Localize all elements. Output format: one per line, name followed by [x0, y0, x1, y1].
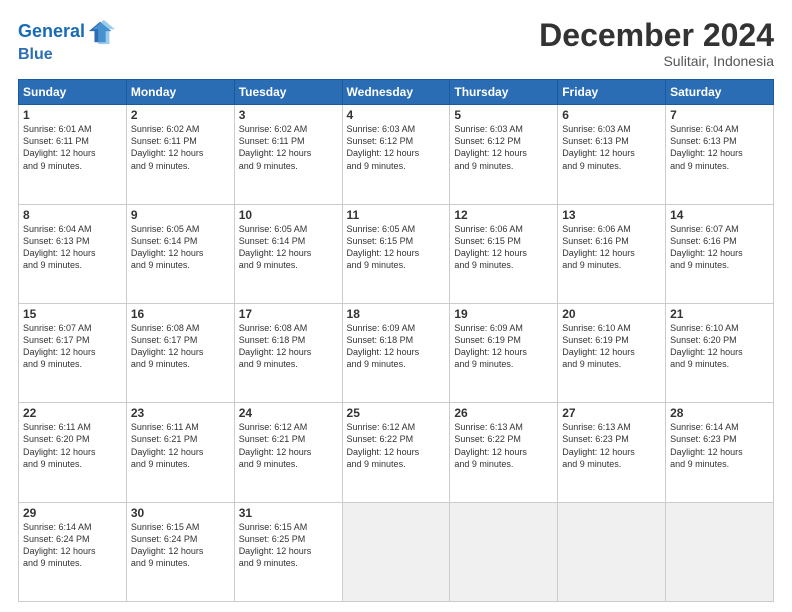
- table-row: 10 Sunrise: 6:05 AMSunset: 6:14 PMDaylig…: [234, 204, 342, 303]
- table-row: 6 Sunrise: 6:03 AMSunset: 6:13 PMDayligh…: [558, 105, 666, 204]
- table-row: 12 Sunrise: 6:06 AMSunset: 6:15 PMDaylig…: [450, 204, 558, 303]
- week-row-1: 1 Sunrise: 6:01 AMSunset: 6:11 PMDayligh…: [19, 105, 774, 204]
- week-row-5: 29 Sunrise: 6:14 AMSunset: 6:24 PMDaylig…: [19, 502, 774, 601]
- col-thursday: Thursday: [450, 80, 558, 105]
- logo-text: General: [18, 22, 85, 42]
- table-row: 27 Sunrise: 6:13 AMSunset: 6:23 PMDaylig…: [558, 403, 666, 502]
- table-row: 2 Sunrise: 6:02 AMSunset: 6:11 PMDayligh…: [126, 105, 234, 204]
- table-row: 21 Sunrise: 6:10 AMSunset: 6:20 PMDaylig…: [666, 303, 774, 402]
- table-row: 7 Sunrise: 6:04 AMSunset: 6:13 PMDayligh…: [666, 105, 774, 204]
- logo-icon: [87, 18, 115, 46]
- table-row: 26 Sunrise: 6:13 AMSunset: 6:22 PMDaylig…: [450, 403, 558, 502]
- table-row: 14 Sunrise: 6:07 AMSunset: 6:16 PMDaylig…: [666, 204, 774, 303]
- table-row: 17 Sunrise: 6:08 AMSunset: 6:18 PMDaylig…: [234, 303, 342, 402]
- table-row: 9 Sunrise: 6:05 AMSunset: 6:14 PMDayligh…: [126, 204, 234, 303]
- table-row: 1 Sunrise: 6:01 AMSunset: 6:11 PMDayligh…: [19, 105, 127, 204]
- table-row: 4 Sunrise: 6:03 AMSunset: 6:12 PMDayligh…: [342, 105, 450, 204]
- col-sunday: Sunday: [19, 80, 127, 105]
- table-row: 25 Sunrise: 6:12 AMSunset: 6:22 PMDaylig…: [342, 403, 450, 502]
- calendar-table: Sunday Monday Tuesday Wednesday Thursday…: [18, 79, 774, 602]
- table-row: 15 Sunrise: 6:07 AMSunset: 6:17 PMDaylig…: [19, 303, 127, 402]
- col-tuesday: Tuesday: [234, 80, 342, 105]
- table-row: 22 Sunrise: 6:11 AMSunset: 6:20 PMDaylig…: [19, 403, 127, 502]
- day-header-row: Sunday Monday Tuesday Wednesday Thursday…: [19, 80, 774, 105]
- col-friday: Friday: [558, 80, 666, 105]
- week-row-4: 22 Sunrise: 6:11 AMSunset: 6:20 PMDaylig…: [19, 403, 774, 502]
- table-row: 29 Sunrise: 6:14 AMSunset: 6:24 PMDaylig…: [19, 502, 127, 601]
- table-row: 16 Sunrise: 6:08 AMSunset: 6:17 PMDaylig…: [126, 303, 234, 402]
- table-row: 28 Sunrise: 6:14 AMSunset: 6:23 PMDaylig…: [666, 403, 774, 502]
- col-wednesday: Wednesday: [342, 80, 450, 105]
- table-row: 18 Sunrise: 6:09 AMSunset: 6:18 PMDaylig…: [342, 303, 450, 402]
- col-monday: Monday: [126, 80, 234, 105]
- table-row: 20 Sunrise: 6:10 AMSunset: 6:19 PMDaylig…: [558, 303, 666, 402]
- title-block: December 2024 Sulitair, Indonesia: [539, 18, 774, 69]
- logo: General Blue: [18, 18, 115, 64]
- header: General Blue December 2024 Sulitair, Ind…: [18, 18, 774, 69]
- table-row: 11 Sunrise: 6:05 AMSunset: 6:15 PMDaylig…: [342, 204, 450, 303]
- table-row: 30 Sunrise: 6:15 AMSunset: 6:24 PMDaylig…: [126, 502, 234, 601]
- logo-general: General: [18, 21, 85, 41]
- col-saturday: Saturday: [666, 80, 774, 105]
- table-row: 8 Sunrise: 6:04 AMSunset: 6:13 PMDayligh…: [19, 204, 127, 303]
- week-row-3: 15 Sunrise: 6:07 AMSunset: 6:17 PMDaylig…: [19, 303, 774, 402]
- table-row: 23 Sunrise: 6:11 AMSunset: 6:21 PMDaylig…: [126, 403, 234, 502]
- table-row: 5 Sunrise: 6:03 AMSunset: 6:12 PMDayligh…: [450, 105, 558, 204]
- table-row: 3 Sunrise: 6:02 AMSunset: 6:11 PMDayligh…: [234, 105, 342, 204]
- table-row-empty: [342, 502, 450, 601]
- page: General Blue December 2024 Sulitair, Ind…: [0, 0, 792, 612]
- table-row-empty: [450, 502, 558, 601]
- table-row-empty: [666, 502, 774, 601]
- table-row: 31 Sunrise: 6:15 AMSunset: 6:25 PMDaylig…: [234, 502, 342, 601]
- location: Sulitair, Indonesia: [539, 53, 774, 69]
- logo-blue: Blue: [18, 46, 115, 64]
- month-title: December 2024: [539, 18, 774, 53]
- table-row: 24 Sunrise: 6:12 AMSunset: 6:21 PMDaylig…: [234, 403, 342, 502]
- table-row-empty: [558, 502, 666, 601]
- table-row: 13 Sunrise: 6:06 AMSunset: 6:16 PMDaylig…: [558, 204, 666, 303]
- table-row: 19 Sunrise: 6:09 AMSunset: 6:19 PMDaylig…: [450, 303, 558, 402]
- week-row-2: 8 Sunrise: 6:04 AMSunset: 6:13 PMDayligh…: [19, 204, 774, 303]
